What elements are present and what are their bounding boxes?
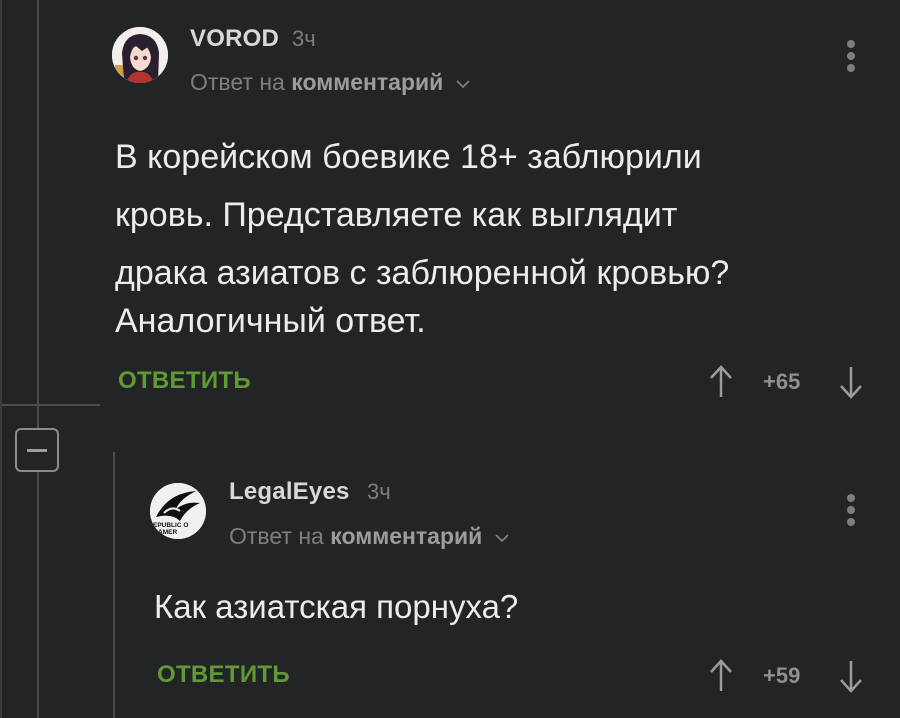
chevron-down-icon	[495, 534, 509, 543]
comment-body: Как азиатская порнуха?	[154, 588, 519, 625]
reply-to-link[interactable]: Ответ на комментарий	[190, 69, 470, 96]
timestamp: 3ч	[292, 26, 316, 51]
avatar[interactable]	[112, 27, 168, 83]
username[interactable]: LegalEyes	[229, 478, 350, 506]
rating-score: +65	[763, 369, 801, 394]
arrow-down-icon[interactable]	[838, 660, 864, 694]
arrow-up-icon[interactable]	[708, 658, 734, 692]
rating-score: +59	[763, 663, 801, 688]
reply-button[interactable]: ОТВЕТИТЬ	[118, 367, 251, 395]
thread-branch	[0, 404, 100, 406]
username[interactable]: VOROD	[190, 25, 279, 53]
avatar-text-top: EPUBLIC O	[153, 522, 188, 529]
more-vertical-icon[interactable]	[845, 40, 857, 76]
arrow-down-icon[interactable]	[838, 366, 864, 400]
thread-line-inner	[113, 452, 115, 718]
reply-button[interactable]: ОТВЕТИТЬ	[157, 661, 290, 689]
comments-thread: VOROD 3ч Ответ на комментарий В корейско…	[0, 0, 900, 718]
reply-target: комментарий	[291, 69, 444, 95]
avatar-image	[112, 27, 168, 83]
reply-to-link[interactable]: Ответ на комментарий	[229, 523, 509, 550]
thread-line-outer	[37, 0, 39, 428]
avatar-text-bottom: AMER	[158, 529, 177, 536]
minus-icon	[27, 449, 47, 452]
comment-line: кровь. Представляете как выглядит	[115, 196, 678, 234]
avatar-image: EPUBLIC O AMER	[150, 483, 206, 539]
reply-prefix: Ответ на	[229, 523, 324, 549]
thread-line-left	[0, 0, 2, 718]
comment-line: Аналогичный ответ.	[115, 302, 426, 340]
arrow-up-icon[interactable]	[708, 364, 734, 398]
reply-prefix: Ответ на	[190, 69, 285, 95]
reply-target: комментарий	[330, 523, 483, 549]
comment-line: В корейском боевике 18+ заблюрили	[115, 138, 702, 176]
thread-line-outer-bottom	[37, 472, 39, 718]
timestamp: 3ч	[367, 479, 391, 504]
collapse-thread-button[interactable]	[15, 428, 59, 472]
avatar[interactable]: EPUBLIC O AMER	[150, 483, 206, 539]
chevron-down-icon	[456, 80, 470, 89]
more-vertical-icon[interactable]	[845, 494, 857, 530]
